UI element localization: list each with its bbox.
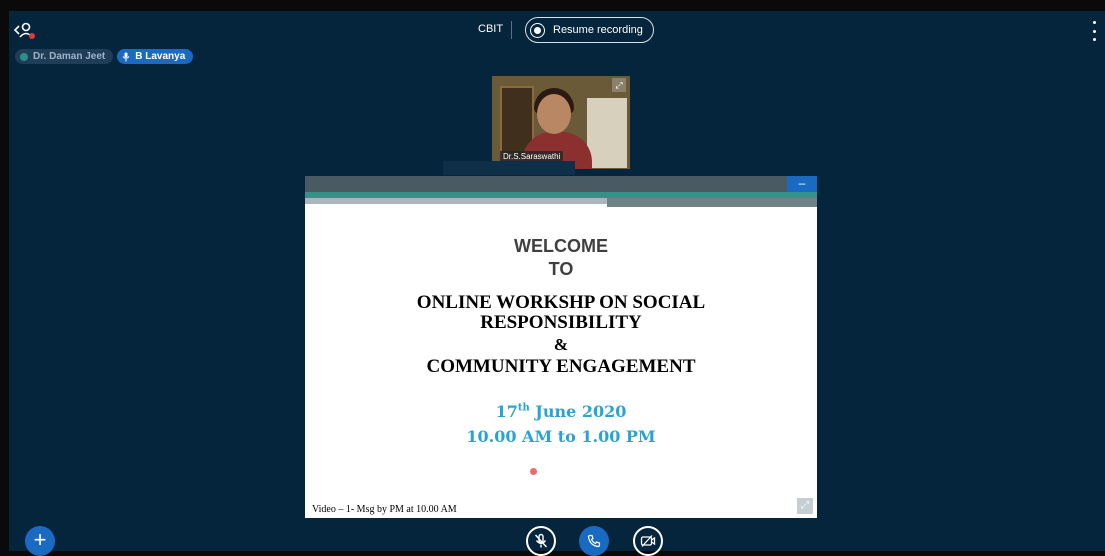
slide-time: 10.00 AM to 1.00 PM xyxy=(466,427,656,446)
presentation-area: – WELCOME TO ONLINE WORKSHP ON SOCIAL RE… xyxy=(305,176,817,518)
slide-date: 17th June 2020 xyxy=(305,402,817,421)
microphone-icon xyxy=(122,52,130,62)
share-webcam-button[interactable] xyxy=(633,526,663,556)
background-window xyxy=(587,98,627,168)
meeting-stage: CBIT Resume recording Dr. Daman Jeet B L… xyxy=(9,11,1105,556)
notification-dot xyxy=(29,33,35,39)
fullscreen-icon[interactable]: ⤢ xyxy=(612,78,626,92)
status-dot-icon xyxy=(20,52,28,61)
date-day: 17 xyxy=(495,402,518,421)
phone-icon xyxy=(587,534,601,548)
meeting-title: CBIT xyxy=(478,23,504,35)
fullscreen-presentation-icon[interactable]: ⤢ xyxy=(797,498,813,514)
kebab-dot-icon xyxy=(1092,29,1096,33)
talker-name: Dr. Daman Jeet xyxy=(33,51,106,62)
resume-recording-button[interactable]: Resume recording xyxy=(525,17,654,43)
talker-b-lavanya[interactable]: B Lavanya xyxy=(117,49,194,64)
microphone-muted-icon xyxy=(534,533,548,548)
webcam-drop-area xyxy=(443,161,575,175)
slide-title-line3: COMMUNITY ENGAGEMENT xyxy=(426,356,696,377)
slide-footer-note: Video – 1- Msg by PM at 10.00 AM xyxy=(312,504,457,515)
slide-to: TO xyxy=(548,259,574,279)
kebab-dot-icon xyxy=(1092,38,1096,41)
talking-indicator: Dr. Daman Jeet B Lavanya xyxy=(15,49,194,64)
resume-recording-label: Resume recording xyxy=(553,24,643,36)
slide-header-band-grey xyxy=(305,198,607,204)
divider xyxy=(511,21,512,39)
kebab-dot-icon xyxy=(1092,21,1096,24)
talker-daman-jeet[interactable]: Dr. Daman Jeet xyxy=(15,49,114,64)
date-rest: June 2020 xyxy=(529,402,627,421)
slide-title-line2: RESPONSIBILITY xyxy=(480,312,642,333)
slide-header-band xyxy=(305,176,817,192)
slide-ampersand: & xyxy=(553,335,569,354)
leave-audio-button[interactable] xyxy=(579,526,609,556)
record-icon xyxy=(530,22,545,38)
presenter-pointer xyxy=(530,468,537,475)
actions-plus-button[interactable]: + xyxy=(25,526,55,556)
mute-button[interactable] xyxy=(526,526,556,556)
top-bar: CBIT Resume recording xyxy=(9,11,1105,51)
webcam-tile[interactable]: Dr.S.Saraswathi ⤢ xyxy=(492,76,630,169)
slide-header-band-dark xyxy=(607,198,817,207)
participant-face xyxy=(537,94,571,134)
users-list-toggle[interactable] xyxy=(13,20,37,42)
camera-off-icon xyxy=(640,535,656,547)
date-suffix: th xyxy=(517,402,530,414)
talker-name: B Lavanya xyxy=(135,51,186,62)
slide-welcome: WELCOME xyxy=(514,236,608,256)
more-options-button[interactable] xyxy=(1089,21,1099,41)
slide-title-line1: ONLINE WORKSHP ON SOCIAL xyxy=(416,292,706,313)
minimize-presentation-button[interactable]: – xyxy=(787,176,817,192)
